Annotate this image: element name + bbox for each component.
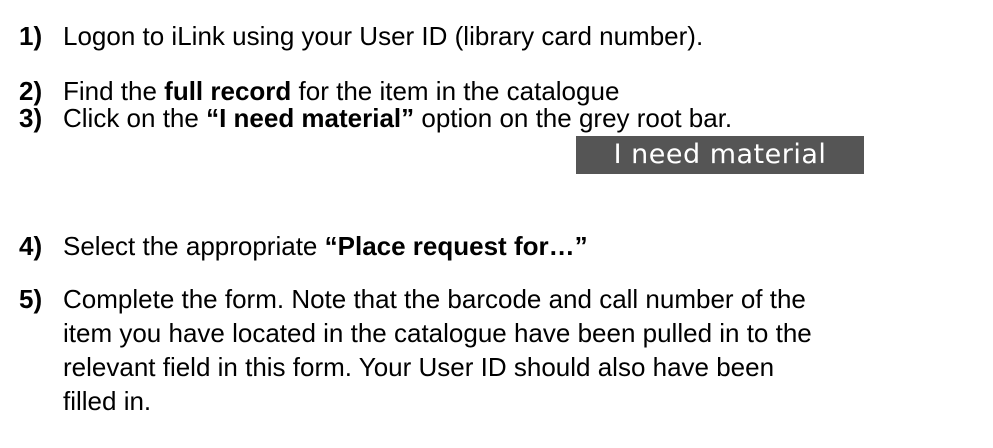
step-text: Logon to iLink using your User ID (libra…	[63, 21, 704, 51]
step-text-pre: Select the appropriate	[63, 231, 325, 261]
step-text-pre: Click on the	[63, 103, 207, 133]
step-text: Click on the “I need material” option on…	[63, 101, 732, 135]
i-need-material-root-bar: I need material	[576, 136, 864, 174]
step-text-bold: “I need material”	[206, 103, 415, 133]
step-number: 3)	[19, 103, 43, 133]
step-text: Select the appropriate “Place request fo…	[63, 229, 588, 263]
step-text-bold: “Place request for…”	[324, 231, 588, 261]
step-text-line: filled in.	[63, 386, 152, 416]
step-text: Complete the form. Note that the barcode…	[63, 282, 812, 418]
step-text-post: option on the grey root bar.	[414, 103, 733, 133]
step-number: 4)	[19, 231, 43, 261]
step-text-line: Complete the form. Note that the barcode…	[63, 284, 806, 314]
step-number: 5)	[19, 284, 43, 314]
step-number: 1)	[19, 21, 43, 51]
step-text-line: item you have located in the catalogue h…	[63, 318, 812, 348]
step-text-line: relevant field in this form. Your User I…	[63, 352, 775, 382]
